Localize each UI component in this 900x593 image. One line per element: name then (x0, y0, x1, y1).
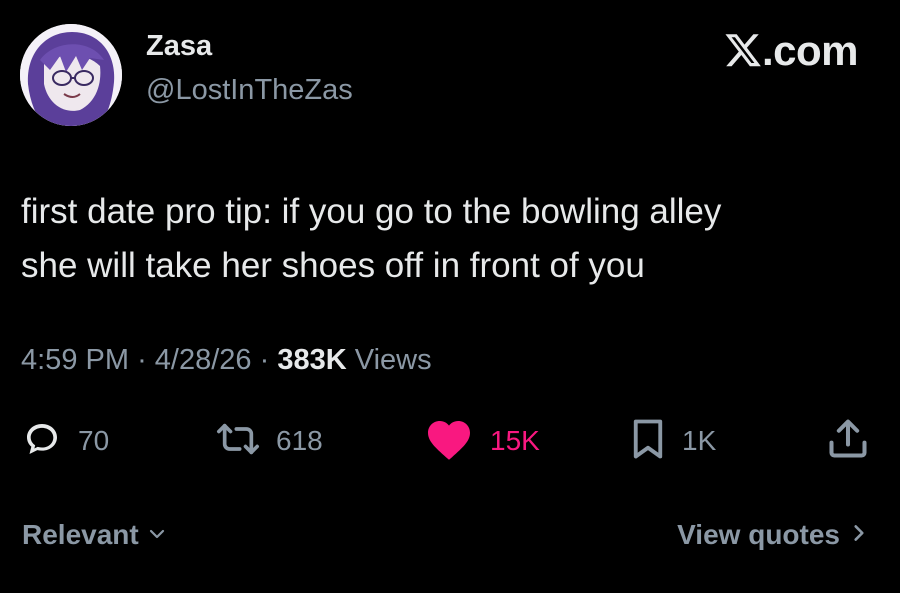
meta-separator: · (137, 344, 147, 376)
like-button[interactable]: 15K (424, 420, 540, 462)
tweet-time[interactable]: 4:59 PM (21, 344, 129, 376)
share-icon (826, 417, 870, 466)
reply-count: 70 (78, 425, 110, 456)
author-handle[interactable]: @LostInTheZas (146, 74, 353, 107)
repost-button[interactable]: 618 (216, 420, 323, 462)
x-logo-icon (724, 30, 762, 78)
sort-replies-dropdown[interactable]: Relevant (22, 519, 167, 551)
like-count: 15K (490, 425, 540, 456)
meta-separator: · (259, 344, 270, 376)
reply-icon (22, 419, 62, 464)
repost-icon (216, 419, 260, 464)
tweet-text: first date pro tip: if you go to the bow… (21, 185, 881, 293)
view-quotes-link[interactable]: View quotes (677, 519, 870, 551)
share-button[interactable] (826, 419, 870, 462)
chevron-right-icon (848, 519, 870, 551)
brand-domain: .com (761, 27, 859, 74)
tweet-text-line: first date pro tip: if you go to the bow… (21, 192, 722, 231)
avatar-anime-character-icon (20, 24, 122, 126)
brand-watermark: .com (724, 27, 859, 78)
sort-label: Relevant (22, 519, 139, 550)
bookmark-icon (630, 418, 666, 465)
views-label: Views (354, 344, 432, 376)
author-name[interactable]: Zasa (146, 30, 212, 63)
tweet-meta: 4:59 PM · 4/28/26 · 383K Views (21, 344, 432, 377)
chevron-down-icon (147, 519, 167, 551)
bookmark-button[interactable]: 1K (630, 418, 717, 465)
heart-icon (424, 417, 474, 466)
repost-count: 618 (276, 425, 323, 456)
author-avatar[interactable] (20, 24, 122, 126)
tweet-date[interactable]: 4/28/26 (155, 344, 252, 376)
view-quotes-label: View quotes (677, 519, 840, 550)
tweet-text-line: she will take her shoes off in front of … (21, 246, 645, 285)
views-count: 383K (277, 344, 347, 376)
reply-button[interactable]: 70 (22, 420, 109, 462)
bookmark-count: 1K (682, 425, 717, 456)
